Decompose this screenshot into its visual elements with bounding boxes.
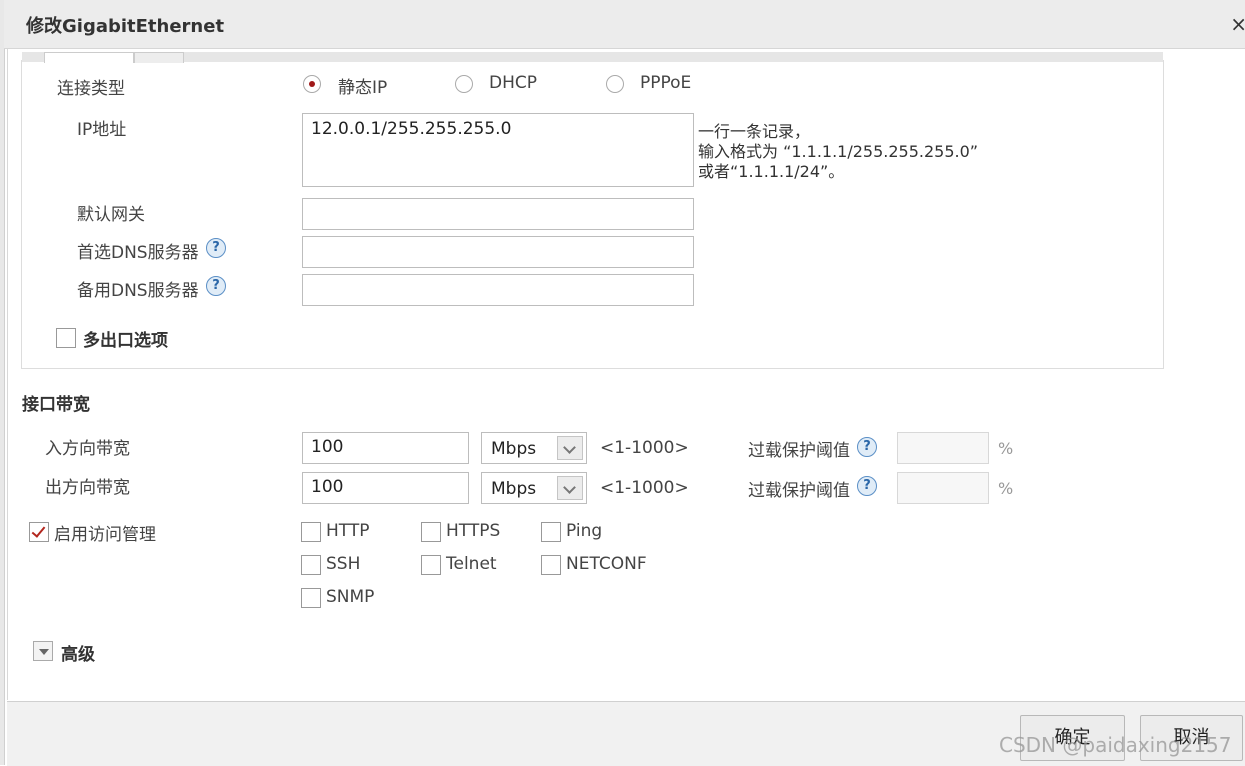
chevron-down-icon[interactable] [557,436,583,460]
outbound-overload-label: 过载保护阈值 [748,481,850,501]
dialog-left-edge [0,0,5,765]
radio-dhcp[interactable] [455,75,473,93]
gateway-input[interactable] [302,198,694,230]
service-snmp-checkbox[interactable] [301,588,321,608]
service-ping-checkbox[interactable] [541,522,561,542]
ip-address-label: IP地址 [77,120,127,140]
ip-hint-line-1: 一行一条记录， [698,122,811,141]
outbound-percent-unit: % [998,479,1014,498]
service-https-label: HTTPS [446,521,501,541]
service-netconf-checkbox[interactable] [541,555,561,575]
dialog-titlebar: 修改GigabitEthernet [4,0,1245,49]
inbound-bandwidth-label: 入方向带宽 [45,439,130,459]
ip-address-hint: 一行一条记录， 输入格式为 “1.1.1.1/255.255.255.0” 或者… [698,122,978,182]
dns-secondary-help-icon[interactable]: ? [206,276,226,296]
outbound-unit-value: Mbps [491,479,537,499]
service-netconf-label: NETCONF [566,554,647,574]
inbound-unit-value: Mbps [491,439,537,459]
close-icon[interactable]: × [1230,12,1245,36]
dns-primary-label: 首选DNS服务器 [77,243,199,263]
dns-secondary-label: 备用DNS服务器 [77,281,199,301]
chevron-down-icon[interactable] [557,476,583,500]
outbound-bandwidth-input[interactable]: 100 [302,472,469,504]
service-snmp-label: SNMP [326,587,375,607]
outbound-unit-select[interactable]: Mbps [481,472,587,504]
ip-address-textarea[interactable]: 12.0.0.1/255.255.255.0 [302,113,694,187]
multi-exit-checkbox[interactable] [56,328,76,348]
multi-exit-label: 多出口选项 [83,331,168,351]
advanced-expand-icon[interactable] [33,641,53,661]
dns-primary-input[interactable] [302,236,694,268]
radio-static-ip[interactable] [303,75,321,93]
inbound-range-hint: <1-1000> [600,438,689,458]
service-ssh-label: SSH [326,554,361,574]
radio-pppoe-label: PPPoE [640,73,692,93]
watermark: CSDN @paidaxing2157 [999,733,1232,757]
outbound-range-hint: <1-1000> [600,478,689,498]
inbound-unit-select[interactable]: Mbps [481,432,587,464]
outbound-overload-help-icon[interactable]: ? [857,476,877,496]
ip-hint-line-2: 输入格式为 “1.1.1.1/255.255.255.0” [698,142,979,161]
connection-type-label: 连接类型 [57,79,125,99]
inbound-bandwidth-input[interactable]: 100 [302,432,469,464]
dns-secondary-input[interactable] [302,274,694,306]
service-https-checkbox[interactable] [421,522,441,542]
outbound-overload-input[interactable] [897,472,989,504]
service-telnet-label: Telnet [446,554,497,574]
outbound-bandwidth-label: 出方向带宽 [45,478,130,498]
radio-pppoe[interactable] [606,75,624,93]
gateway-label: 默认网关 [77,205,145,225]
bandwidth-section-title: 接口带宽 [22,395,90,415]
service-ssh-checkbox[interactable] [301,555,321,575]
access-management-label: 启用访问管理 [54,525,156,545]
dialog-title: 修改GigabitEthernet [26,16,225,37]
service-ping-label: Ping [566,521,603,541]
ip-hint-line-3: 或者“1.1.1.1/24”。 [698,162,845,181]
dns-primary-help-icon[interactable]: ? [206,238,226,258]
edit-interface-dialog: 修改GigabitEthernet × 连接类型 静态IP DHCP PPPoE… [0,0,1245,766]
service-telnet-checkbox[interactable] [421,555,441,575]
inbound-overload-label: 过载保护阈值 [748,441,850,461]
inbound-percent-unit: % [998,439,1014,458]
access-management-checkbox[interactable] [29,522,49,542]
radio-static-ip-label: 静态IP [338,78,388,98]
radio-dhcp-label: DHCP [489,73,537,93]
service-http-label: HTTP [326,521,370,541]
inbound-overload-input[interactable] [897,432,989,464]
inbound-overload-help-icon[interactable]: ? [857,437,877,457]
advanced-label[interactable]: 高级 [61,640,95,665]
service-http-checkbox[interactable] [301,522,321,542]
